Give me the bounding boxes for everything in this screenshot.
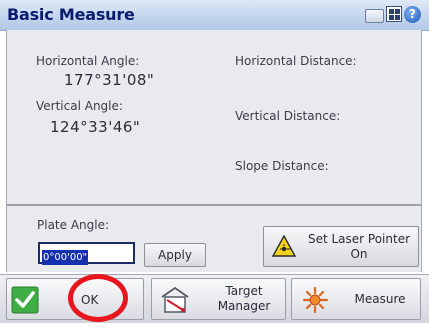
plate-angle-input[interactable]: 0°00'00"	[38, 242, 135, 265]
plate-angle-value: 0°00'00"	[42, 250, 89, 265]
target-manager-button[interactable]: Target Manager	[151, 278, 286, 320]
basic-measure-screen: Basic Measure ? Horizontal Angle: 177°31…	[0, 0, 429, 323]
title-icons: ?	[365, 5, 421, 23]
red-highlight-circle	[68, 274, 128, 322]
horizontal-angle-value: 177°31'08"	[64, 71, 155, 89]
vertical-angle-value: 124°33'46"	[50, 118, 141, 136]
target-manager-icon	[161, 286, 189, 313]
grid-icon[interactable]	[386, 6, 402, 22]
plate-angle-label: Plate Angle:	[37, 218, 110, 232]
horizontal-distance-label: Horizontal Distance:	[235, 54, 357, 68]
apply-button[interactable]: Apply	[144, 243, 206, 267]
help-icon[interactable]: ?	[404, 5, 421, 23]
laser-warning-icon	[272, 235, 296, 257]
laser-button-label: Set Laser Pointer On	[304, 232, 414, 262]
window-title: Basic Measure	[7, 5, 135, 24]
checkmark-icon	[11, 286, 39, 314]
measure-button[interactable]: Measure	[291, 278, 421, 320]
target-label-line2: Manager	[217, 299, 271, 313]
set-laser-pointer-button[interactable]: Set Laser Pointer On	[263, 226, 419, 267]
laser-label-line2: On	[350, 247, 368, 261]
vertical-angle-label: Vertical Angle:	[36, 99, 123, 113]
vertical-distance-label: Vertical Distance:	[235, 109, 341, 123]
measure-burst-icon	[302, 286, 329, 314]
laser-label-line1: Set Laser Pointer	[307, 232, 411, 246]
keyboard-icon[interactable]	[365, 9, 384, 23]
title-bar: Basic Measure ?	[0, 0, 429, 31]
target-manager-label: Target Manager	[204, 284, 284, 314]
horizontal-angle-label: Horizontal Angle:	[36, 54, 140, 68]
measure-label: Measure	[354, 292, 406, 306]
slope-distance-label: Slope Distance:	[235, 159, 329, 173]
target-label-line1: Target	[225, 284, 263, 298]
